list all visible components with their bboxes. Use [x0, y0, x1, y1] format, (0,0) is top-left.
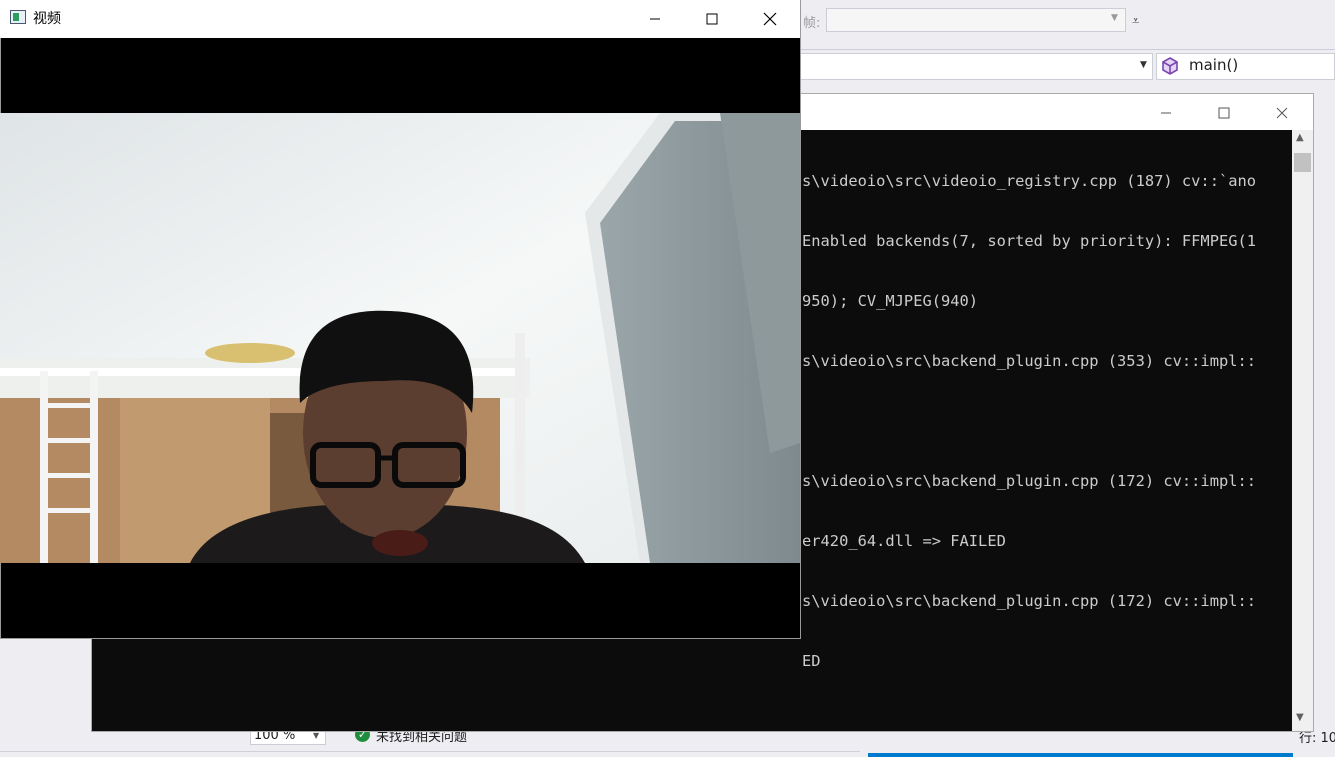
function-dropdown[interactable]: [1156, 53, 1335, 80]
divider: [0, 751, 860, 752]
window-title: 视频: [33, 11, 61, 27]
close-icon[interactable]: [741, 0, 799, 36]
chevron-down-icon[interactable]: ▼: [1140, 60, 1147, 70]
scroll-up-icon[interactable]: ▲: [1296, 132, 1304, 143]
console-line: ​: [802, 411, 1292, 431]
function-name[interactable]: main(): [1189, 56, 1238, 74]
progress-indicator: [868, 753, 1293, 757]
chevron-down-icon[interactable]: ▼: [313, 731, 319, 740]
console-scrollbar[interactable]: [1292, 130, 1313, 731]
console-line: er420_64.dll => FAILED: [802, 532, 1006, 550]
console-line: 950); CV_MJPEG(940): [802, 292, 979, 310]
console-line: Enabled backends(7, sorted by priority):…: [802, 232, 1257, 250]
maximize-icon[interactable]: [1195, 94, 1253, 130]
scope-dropdown[interactable]: [800, 53, 1153, 80]
toolbar-overflow-icon[interactable]: ⩡: [1132, 14, 1139, 29]
webcam-frame: [0, 113, 800, 563]
close-icon[interactable]: [1253, 94, 1311, 130]
console-line: ED: [802, 652, 821, 670]
minimize-icon[interactable]: [1137, 94, 1195, 130]
console-line: s\videoio\src\videoio_registry.cpp (187)…: [802, 172, 1257, 190]
maximize-icon[interactable]: [683, 0, 741, 36]
console-line: s\videoio\src\backend_plugin.cpp (172) c…: [802, 472, 1257, 490]
frame-dropdown[interactable]: [826, 8, 1126, 32]
cube-icon: [1162, 57, 1178, 75]
scroll-down-icon[interactable]: ▼: [1296, 712, 1304, 723]
console-line: s\videoio\src\backend_plugin.cpp (172) c…: [802, 592, 1257, 610]
minimize-icon[interactable]: [626, 0, 684, 36]
console-output[interactable]: s\videoio\src\videoio_registry.cpp (187)…: [802, 131, 1292, 726]
scrollbar-thumb[interactable]: [1294, 153, 1311, 172]
console-line: s\videoio\src\backend_plugin.cpp (353) c…: [802, 352, 1257, 370]
chevron-down-icon[interactable]: ▼: [1111, 13, 1118, 23]
frame-label: 帧:: [803, 16, 821, 31]
app-window-icon-detail: [13, 13, 19, 21]
